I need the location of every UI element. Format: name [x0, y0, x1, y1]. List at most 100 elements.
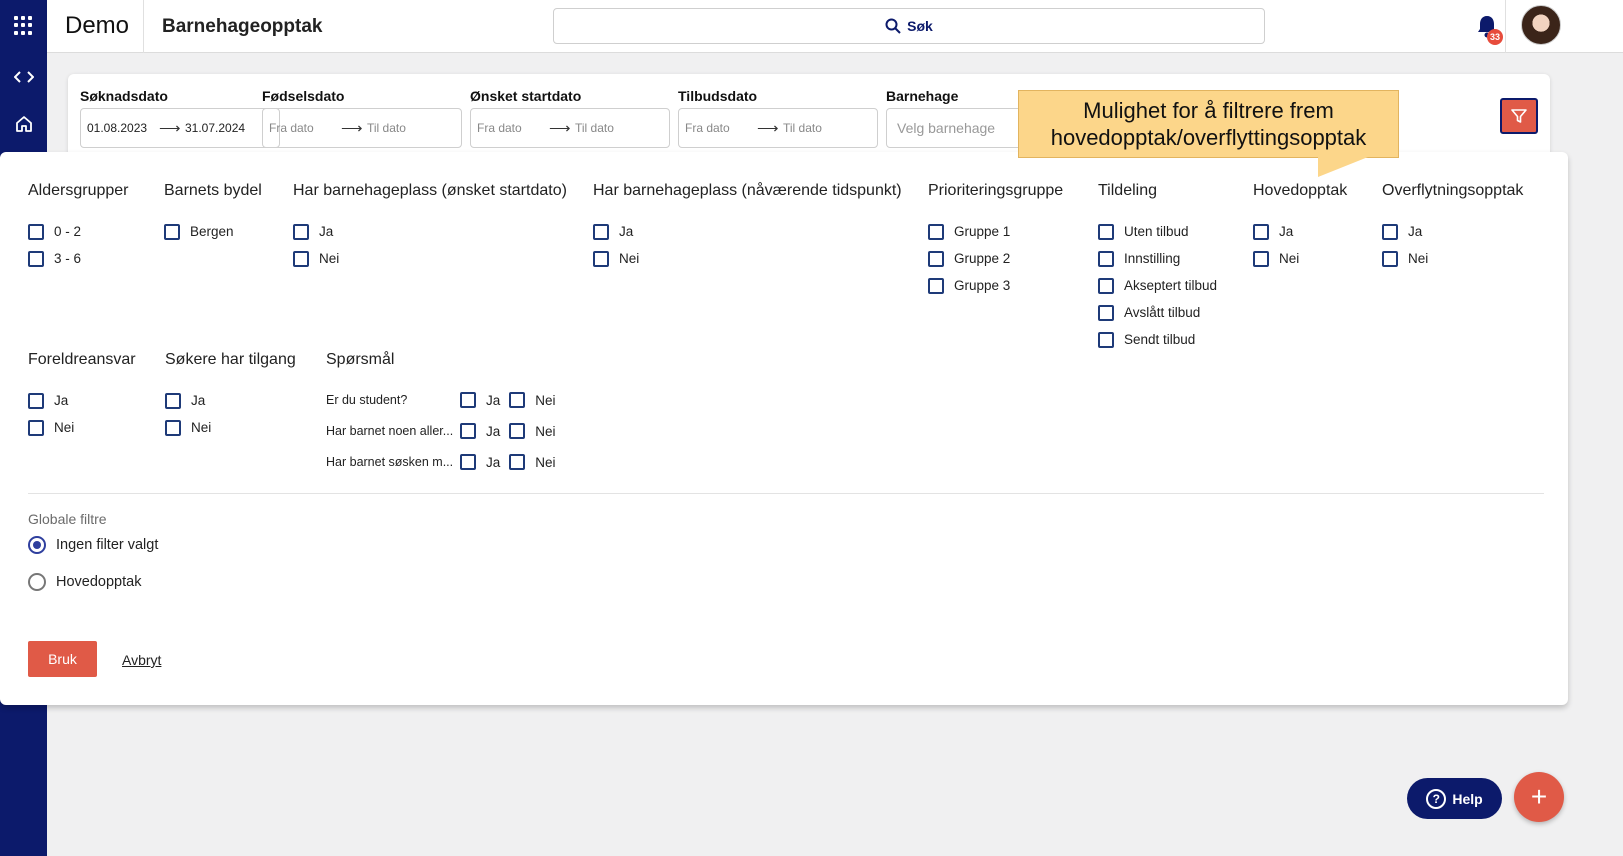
checkbox[interactable]: [165, 419, 181, 436]
user-avatar[interactable]: [1521, 5, 1561, 45]
checkbox[interactable]: [1382, 223, 1398, 240]
checkbox[interactable]: [1253, 223, 1269, 240]
option-label: Gruppe 2: [954, 251, 1011, 266]
checkbox[interactable]: [1382, 250, 1398, 267]
checkbox-option[interactable]: Nei: [293, 245, 567, 272]
radio-option-none[interactable]: Ingen filter valgt: [28, 536, 158, 554]
checkbox-option[interactable]: Nei: [593, 245, 902, 272]
checkbox[interactable]: [165, 392, 181, 409]
notification-badge: 33: [1487, 29, 1503, 45]
checkbox[interactable]: [293, 250, 309, 267]
checkbox[interactable]: [928, 250, 944, 267]
help-button[interactable]: ? Help: [1407, 778, 1502, 819]
to-date[interactable]: Til dato: [365, 121, 406, 135]
group-title: Har barnehageplass (nåværende tidspunkt): [593, 182, 902, 199]
checkbox[interactable]: [509, 392, 526, 408]
group-tilgang: Søkere har tilgang Ja Nei: [165, 351, 296, 441]
no-option[interactable]: Nei: [509, 423, 556, 439]
checkbox[interactable]: [509, 454, 526, 470]
checkbox-option[interactable]: Bergen: [164, 218, 262, 245]
group-hovedopptak: Hovedopptak Ja Nei: [1253, 182, 1347, 272]
date-range-input[interactable]: 01.08.2023 ⟶ 31.07.2024: [80, 108, 280, 148]
checkbox[interactable]: [1098, 277, 1114, 294]
checkbox[interactable]: [928, 223, 944, 240]
date-filter-soknadsdato: Søknadsdato 01.08.2023 ⟶ 31.07.2024: [80, 88, 280, 148]
checkbox-option[interactable]: Gruppe 3: [928, 272, 1063, 299]
checkbox[interactable]: [1253, 250, 1269, 267]
radio-button[interactable]: [28, 573, 46, 591]
date-range-input[interactable]: Fra dato ⟶ Til dato: [678, 108, 878, 148]
checkbox[interactable]: [460, 423, 476, 439]
apply-button[interactable]: Bruk: [28, 641, 97, 677]
checkbox-option[interactable]: Avslått tilbud: [1098, 299, 1217, 326]
field-label: Ønsket startdato: [470, 88, 582, 104]
checkbox-option[interactable]: Ja: [1382, 218, 1523, 245]
option-label: Ja: [191, 393, 206, 408]
checkbox-option[interactable]: Gruppe 1: [928, 218, 1063, 245]
apps-menu-button[interactable]: [0, 0, 47, 51]
checkbox-option[interactable]: Akseptert tilbud: [1098, 272, 1217, 299]
date-range-input[interactable]: Fra dato ⟶ Til dato: [470, 108, 670, 148]
yes-option[interactable]: Ja: [460, 454, 500, 470]
from-date[interactable]: 01.08.2023: [87, 121, 159, 135]
checkbox-option[interactable]: Gruppe 2: [928, 245, 1063, 272]
filter-toggle-button[interactable]: [1500, 98, 1538, 134]
date-range-input[interactable]: Fra dato ⟶ Til dato: [262, 108, 462, 148]
checkbox[interactable]: [28, 250, 44, 267]
checkbox[interactable]: [28, 223, 44, 240]
checkbox[interactable]: [164, 223, 180, 240]
code-button[interactable]: [0, 60, 47, 94]
checkbox-option[interactable]: Ja: [593, 218, 902, 245]
search-bar[interactable]: Søk: [553, 8, 1265, 44]
checkbox-option[interactable]: Ja: [165, 387, 296, 414]
group-bydel: Barnets bydel Bergen: [164, 182, 262, 245]
checkbox[interactable]: [460, 392, 476, 408]
option-label: Sendt tilbud: [1124, 332, 1196, 347]
checkbox-option[interactable]: 3 - 6: [28, 245, 129, 272]
checkbox-option[interactable]: Nei: [1253, 245, 1347, 272]
checkbox-option[interactable]: Nei: [28, 414, 136, 441]
checkbox-option[interactable]: Uten tilbud: [1098, 218, 1217, 245]
checkbox[interactable]: [293, 223, 309, 240]
yes-option[interactable]: Ja: [460, 392, 500, 408]
cancel-link[interactable]: Avbryt: [122, 652, 161, 668]
checkbox[interactable]: [593, 250, 609, 267]
from-date[interactable]: Fra dato: [269, 121, 341, 135]
add-button[interactable]: +: [1514, 772, 1564, 822]
global-filters-label: Globale filtre: [28, 511, 107, 527]
home-button[interactable]: [0, 107, 47, 141]
checkbox[interactable]: [928, 277, 944, 294]
checkbox-option[interactable]: Ja: [28, 387, 136, 414]
checkbox[interactable]: [28, 392, 44, 409]
checkbox-option[interactable]: Innstilling: [1098, 245, 1217, 272]
checkbox-option[interactable]: 0 - 2: [28, 218, 129, 245]
to-date[interactable]: Til dato: [781, 121, 822, 135]
no-option[interactable]: Nei: [509, 454, 556, 470]
field-label: Tilbudsdato: [678, 88, 758, 104]
checkbox[interactable]: [1098, 223, 1114, 240]
group-title: Spørsmål: [326, 351, 395, 368]
checkbox[interactable]: [1098, 331, 1114, 348]
checkbox-option[interactable]: Nei: [165, 414, 296, 441]
from-date[interactable]: Fra dato: [685, 121, 757, 135]
checkbox[interactable]: [460, 454, 476, 470]
option-label: Bergen: [190, 224, 234, 239]
checkbox-option[interactable]: Nei: [1382, 245, 1523, 272]
checkbox-option[interactable]: Ja: [293, 218, 567, 245]
checkbox[interactable]: [1098, 304, 1114, 321]
checkbox[interactable]: [593, 223, 609, 240]
to-date[interactable]: Til dato: [573, 121, 614, 135]
from-date[interactable]: Fra dato: [477, 121, 549, 135]
checkbox[interactable]: [509, 423, 526, 439]
radio-button-selected[interactable]: [28, 536, 46, 554]
yes-option[interactable]: Ja: [460, 423, 500, 439]
radio-option-hovedopptak[interactable]: Hovedopptak: [28, 573, 141, 591]
no-option[interactable]: Nei: [509, 392, 556, 408]
checkbox[interactable]: [1098, 250, 1114, 267]
to-date[interactable]: 31.07.2024: [183, 121, 245, 135]
checkbox-option[interactable]: Sendt tilbud: [1098, 326, 1217, 353]
checkbox[interactable]: [28, 419, 44, 436]
checkbox-option[interactable]: Ja: [1253, 218, 1347, 245]
filter-icon: [1511, 109, 1527, 123]
option-label: Nei: [1408, 251, 1429, 266]
